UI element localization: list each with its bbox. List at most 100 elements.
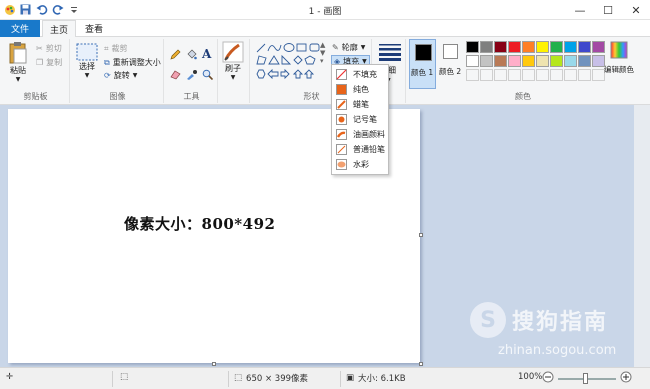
edit-colors-label: 编辑颜色	[604, 65, 634, 74]
color-swatch[interactable]	[536, 41, 549, 53]
color-swatch[interactable]	[564, 41, 577, 53]
edit-colors-icon	[610, 41, 628, 59]
crop-label: 裁剪	[111, 44, 128, 53]
shapes-scroll-icon[interactable]: ▲ ▼ ▾	[320, 41, 325, 65]
custom-color-slot[interactable]	[494, 69, 507, 81]
color-swatch[interactable]	[564, 55, 577, 67]
menu-item-oil[interactable]: 油画颜料	[332, 127, 390, 142]
menu-item-solid[interactable]: 纯色	[332, 82, 390, 97]
fill-dropdown-menu: 不填充 纯色 蜡笔 记号笔 油画颜料 普通铅笔 水彩	[331, 64, 389, 175]
color-swatch[interactable]	[466, 55, 479, 67]
color-swatch[interactable]	[550, 55, 563, 67]
color-swatch[interactable]	[522, 55, 535, 67]
menu-item-pencil[interactable]: 普通铅笔	[332, 142, 390, 157]
file-size: ▣ 大小: 6.1KB	[346, 372, 406, 384]
tab-file[interactable]: 文件	[0, 20, 40, 37]
menu-item-marker[interactable]: 记号笔	[332, 112, 390, 127]
paste-button[interactable]: 粘贴 ▼	[8, 41, 28, 83]
vertical-scrollbar[interactable]	[634, 105, 650, 367]
crop-button[interactable]: ⌗ 裁剪	[104, 43, 128, 54]
maximize-button[interactable]: ☐	[594, 0, 622, 20]
select-label: 选择	[79, 62, 95, 71]
brushes-label: 刷子	[225, 64, 241, 73]
eraser-icon[interactable]	[170, 69, 181, 83]
scissors-icon: ✂	[36, 44, 43, 53]
color-swatch[interactable]	[508, 55, 521, 67]
resize-button[interactable]: ⧉ 重新调整大小	[104, 57, 161, 68]
rotate-icon: ⟳	[104, 71, 111, 80]
color-swatch[interactable]	[550, 41, 563, 53]
menu-item-watercolor[interactable]: 水彩	[332, 157, 390, 172]
clipboard-group-label: 剪贴板	[23, 92, 48, 101]
chevron-down-icon: ▼	[84, 72, 90, 79]
shapes-gallery[interactable]	[255, 42, 325, 80]
crosshair-icon: ✛	[6, 372, 14, 382]
copy-button[interactable]: ❐ 复制	[36, 57, 62, 68]
resize-handle-bottom[interactable]	[212, 362, 216, 366]
paste-icon	[9, 42, 27, 64]
chevron-down-icon: ▼	[132, 72, 138, 79]
color-swatch[interactable]	[508, 41, 521, 53]
selection-size: ⬚	[120, 372, 128, 382]
zoom-in-button[interactable]	[620, 371, 632, 383]
text-tool-icon[interactable]: A	[202, 47, 211, 61]
copy-label: 复制	[46, 58, 63, 67]
color-swatch[interactable]	[466, 41, 479, 53]
custom-color-slot[interactable]	[508, 69, 521, 81]
fill-bucket-icon[interactable]	[186, 49, 197, 63]
color-picker-icon[interactable]	[186, 69, 197, 83]
tab-home[interactable]: 主页	[42, 20, 76, 38]
dimensions-text: 650 × 399像素	[246, 374, 309, 384]
rotate-button[interactable]: ⟳ 旋转 ▼	[104, 70, 137, 81]
status-divider	[340, 371, 341, 387]
tools-group: A 工具	[166, 39, 218, 103]
color-swatch[interactable]	[536, 55, 549, 67]
menu-item-label: 纯色	[353, 85, 369, 94]
paste-label: 粘贴	[10, 66, 26, 75]
image-group-label: 图像	[109, 92, 126, 101]
cut-button[interactable]: ✂ 剪切	[36, 43, 62, 54]
zoom-slider-thumb[interactable]	[583, 373, 588, 384]
pencil-icon[interactable]	[170, 49, 181, 63]
select-button[interactable]: 选择 ▼	[76, 43, 98, 79]
minimize-button[interactable]: —	[566, 0, 594, 20]
zoom-level: 100%	[518, 372, 543, 382]
color-swatch[interactable]	[480, 55, 493, 67]
menu-item-crayon[interactable]: 蜡笔	[332, 97, 390, 112]
color2-swatch	[443, 44, 458, 59]
zoom-out-icon	[542, 371, 554, 383]
canvas-size-icon: ⬚	[234, 373, 243, 383]
color-swatch[interactable]	[494, 41, 507, 53]
close-button[interactable]: ✕	[622, 0, 650, 20]
custom-color-slot[interactable]	[564, 69, 577, 81]
brushes-button[interactable]: 刷子 ▼	[222, 41, 244, 81]
menu-item-no-fill[interactable]: 不填充	[332, 67, 390, 82]
custom-color-slot[interactable]	[550, 69, 563, 81]
color1-button[interactable]: 颜色 1	[409, 39, 436, 89]
color-swatch[interactable]	[578, 55, 591, 67]
outline-button[interactable]: ✎ 轮廓 ▼	[332, 42, 365, 53]
custom-color-slot[interactable]	[522, 69, 535, 81]
chevron-down-icon: ▼	[360, 44, 366, 51]
edit-colors-button[interactable]: 编辑颜色	[604, 41, 636, 75]
cut-label: 剪切	[45, 44, 62, 53]
color-swatch[interactable]	[480, 41, 493, 53]
zoom-out-button[interactable]	[542, 371, 554, 383]
custom-color-slot[interactable]	[536, 69, 549, 81]
color-swatch[interactable]	[522, 41, 535, 53]
color-swatch[interactable]	[578, 41, 591, 53]
custom-color-slot[interactable]	[578, 69, 591, 81]
window-controls: — ☐ ✕	[566, 0, 650, 20]
menu-item-label: 记号笔	[353, 115, 377, 124]
color2-button[interactable]: 颜色 2	[438, 39, 464, 89]
tab-view[interactable]: 查看	[80, 20, 108, 37]
custom-color-slot[interactable]	[480, 69, 493, 81]
color-swatch[interactable]	[494, 55, 507, 67]
resize-handle-corner[interactable]	[419, 362, 423, 366]
resize-handle-right[interactable]	[419, 233, 423, 237]
magnifier-icon[interactable]	[202, 69, 214, 83]
chevron-down-icon: ▼	[230, 74, 236, 81]
window-title: 1 - 画图	[308, 7, 342, 17]
selection-icon: ⬚	[120, 372, 129, 382]
custom-color-slot[interactable]	[466, 69, 479, 81]
